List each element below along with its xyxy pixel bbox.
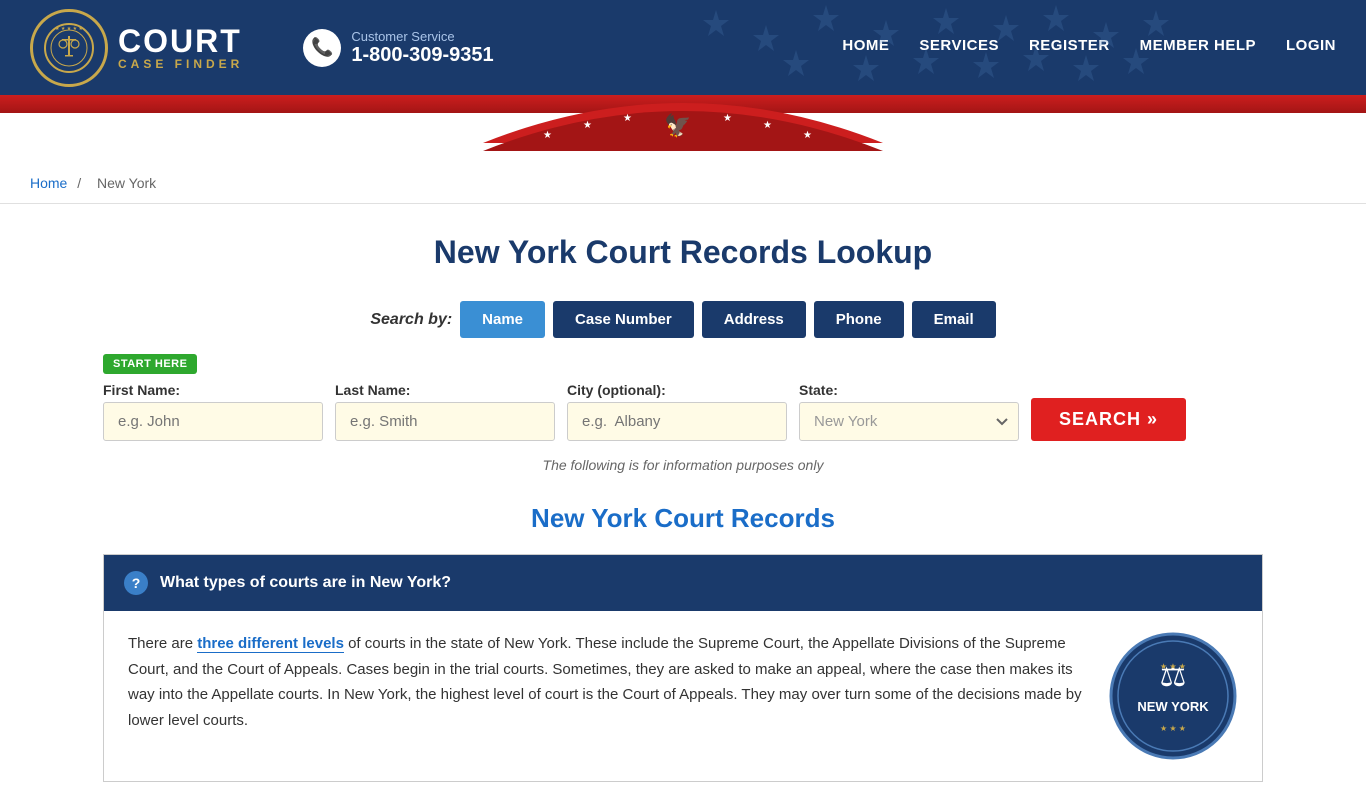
faq-icon: ? [124, 571, 148, 595]
state-group: State: New York [799, 382, 1019, 441]
breadcrumb-home[interactable]: Home [30, 175, 67, 191]
last-name-input[interactable] [335, 402, 555, 441]
eagle-decoration: ★ ★ ★ ★ ★ ★ 🦅 [0, 113, 1366, 163]
svg-text:★: ★ [543, 130, 552, 141]
svg-text:🦅: 🦅 [664, 112, 691, 138]
faq-header[interactable]: ? What types of courts are in New York? [104, 555, 1262, 611]
customer-service-label: Customer Service [351, 29, 493, 44]
city-input[interactable] [567, 402, 787, 441]
logo-emblem: ★ ★ ★ ★ ★ [30, 9, 108, 87]
faq-item: ? What types of courts are in New York? … [103, 554, 1263, 782]
faq-question: What types of courts are in New York? [160, 574, 451, 592]
nav-register[interactable]: REGISTER [1029, 37, 1110, 58]
site-header: ★ ★ ★ ★ ★ COURT CASE FINDER 📞 Customer S… [0, 0, 1366, 95]
nav-home[interactable]: HOME [842, 37, 889, 58]
breadcrumb: Home / New York [0, 163, 1366, 204]
first-name-input[interactable] [103, 402, 323, 441]
faq-text: There are three different levels of cour… [128, 631, 1088, 761]
svg-text:★ ★ ★ ★ ★: ★ ★ ★ ★ ★ [55, 26, 83, 32]
search-by-label: Search by: [370, 311, 452, 329]
svg-text:★: ★ [763, 120, 772, 131]
nav-member-help[interactable]: MEMBER HELP [1140, 37, 1256, 58]
city-label: City (optional): [567, 382, 787, 398]
svg-text:★: ★ [583, 120, 592, 131]
svg-text:★: ★ [803, 130, 812, 141]
nav-services[interactable]: SERVICES [919, 37, 999, 58]
phone-icon: 📞 [303, 29, 341, 67]
page-title: New York Court Records Lookup [103, 234, 1263, 271]
phone-number: 1-800-309-9351 [351, 44, 493, 67]
nav-login[interactable]: LOGIN [1286, 37, 1336, 58]
main-nav: HOME SERVICES REGISTER MEMBER HELP LOGIN [842, 37, 1336, 58]
svg-text:NEW YORK: NEW YORK [1137, 699, 1209, 714]
breadcrumb-current: New York [97, 175, 156, 191]
ny-seal: ⚖ NEW YORK ★ ★ ★ ★ ★ ★ [1108, 631, 1238, 761]
tab-name[interactable]: Name [460, 301, 545, 338]
logo-text: COURT CASE FINDER [118, 25, 243, 71]
logo[interactable]: ★ ★ ★ ★ ★ COURT CASE FINDER [30, 9, 243, 87]
tab-phone[interactable]: Phone [814, 301, 904, 338]
tab-address[interactable]: Address [702, 301, 806, 338]
svg-text:★: ★ [623, 113, 632, 124]
search-button[interactable]: SEARCH » [1031, 398, 1186, 441]
start-here-badge: START HERE [103, 354, 197, 374]
tab-email[interactable]: Email [912, 301, 996, 338]
svg-text:★ ★ ★: ★ ★ ★ [1160, 662, 1186, 671]
state-label: State: [799, 382, 1019, 398]
search-form: First Name: Last Name: City (optional): … [103, 382, 1263, 441]
city-group: City (optional): [567, 382, 787, 441]
main-content: New York Court Records Lookup Search by:… [83, 204, 1283, 812]
section-title: New York Court Records [103, 503, 1263, 534]
faq-link[interactable]: three different levels [197, 635, 344, 653]
svg-text:★ ★ ★: ★ ★ ★ [1160, 724, 1186, 733]
search-by-row: Search by: Name Case Number Address Phon… [103, 301, 1263, 338]
last-name-group: Last Name: [335, 382, 555, 441]
state-select[interactable]: New York [799, 402, 1019, 441]
first-name-group: First Name: [103, 382, 323, 441]
tab-case-number[interactable]: Case Number [553, 301, 694, 338]
customer-service: 📞 Customer Service 1-800-309-9351 [303, 29, 493, 67]
last-name-label: Last Name: [335, 382, 555, 398]
info-note: The following is for information purpose… [103, 457, 1263, 473]
svg-text:★: ★ [723, 113, 732, 124]
faq-body: There are three different levels of cour… [104, 611, 1262, 781]
first-name-label: First Name: [103, 382, 323, 398]
breadcrumb-separator: / [77, 175, 81, 191]
